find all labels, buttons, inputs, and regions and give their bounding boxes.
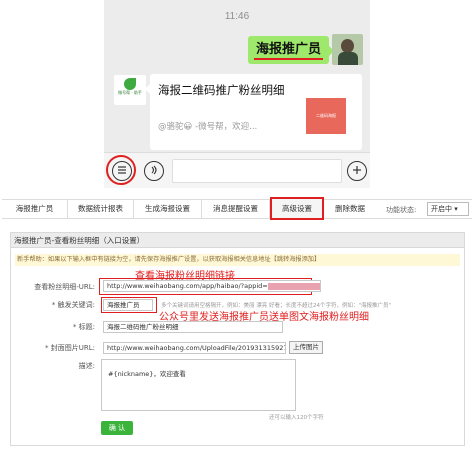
title-field[interactable]: 海报二维码推广粉丝明细 — [103, 321, 283, 333]
voice-icon[interactable] — [144, 161, 164, 181]
official-account-name: 微号帮 · 助手 — [118, 90, 142, 95]
help-tip: 新手帮助：如果以下输入框中有链接为空，请先保存海报推广设置，以获取海报相关信息地… — [15, 254, 460, 266]
tab-message-reminder[interactable]: 消息提醒设置 — [202, 200, 270, 218]
tab-advanced-settings[interactable]: 高级设置 — [270, 197, 324, 220]
description-value: #{nickname}，欢迎查看 — [108, 370, 186, 378]
article-card-title: 海报二维码推广粉丝明细 — [158, 83, 285, 97]
chevron-down-icon: ▾ — [454, 205, 458, 213]
user-avatar[interactable] — [332, 34, 363, 65]
tab-generate-poster[interactable]: 生成海报设置 — [134, 200, 202, 218]
tab-poster-promoter[interactable]: 海报推广员 — [2, 200, 68, 218]
leaf-logo-icon — [124, 78, 136, 90]
article-card-thumbnail: 二维码海报 — [306, 98, 346, 134]
upload-image-button[interactable]: 上传图片 — [289, 341, 323, 354]
cover-url-field[interactable]: http://www.weihaobang.com/UploadFile/201… — [103, 342, 286, 354]
article-card[interactable]: 海报二维码推广粉丝明细 @骆驼😀 -微号帮，欢迎... 二维码海报 — [145, 74, 362, 150]
chat-input-bar — [104, 152, 370, 188]
status-select[interactable]: 开启中 ▾ — [427, 202, 469, 216]
sent-message-bubble[interactable]: 海报推广员 — [248, 36, 335, 64]
chat-text-input[interactable] — [172, 159, 342, 183]
confirm-button[interactable]: 确 认 — [101, 421, 133, 435]
panel-title: 海报推广员-查看粉丝明细（入口设置） — [11, 233, 464, 248]
avatar-head — [341, 39, 354, 53]
description-label: 描述: — [78, 362, 95, 370]
tab-delete-data[interactable]: 删除数据 — [324, 200, 376, 218]
url-label: 查看粉丝明细-URL: — [34, 283, 95, 291]
description-counter: 还可以输入120个字符 — [269, 415, 324, 421]
article-card-desc: @骆驼😀 -微号帮，欢迎... — [158, 122, 258, 132]
cover-url-label: * 封面图片URL: — [45, 344, 95, 352]
url-field[interactable]: http://www.weihaobang.com/app/haibao/?ap… — [103, 280, 321, 292]
menu-icon[interactable] — [112, 161, 132, 181]
url-field-value: http://www.weihaobang.com/app/haibao/?ap… — [107, 282, 268, 290]
keyword-field[interactable]: 海报推广员 — [103, 299, 153, 311]
chat-timestamp: 11:46 — [224, 11, 250, 22]
title-label: * 标题: — [72, 323, 95, 331]
status-label: 功能状态: — [386, 206, 417, 214]
sent-message-text: 海报推广员 — [256, 42, 322, 57]
status-value: 开启中 — [431, 205, 452, 213]
avatar-body — [338, 52, 358, 65]
redacted-appid — [267, 282, 320, 290]
wechat-chat-window: 11:46 海报推广员 微号帮 · 助手 海报二维码推广粉丝明细 @骆驼😀 -微… — [104, 0, 370, 188]
keyword-label: * 触发关键词: — [51, 301, 95, 309]
plus-icon[interactable] — [347, 161, 367, 181]
red-underline-annotation — [254, 58, 324, 60]
tab-statistics[interactable]: 数据统计报表 — [68, 200, 134, 218]
settings-tab-bar: 海报推广员 数据统计报表 生成海报设置 消息提醒设置 高级设置 删除数据 功能状… — [2, 197, 472, 220]
entry-settings-panel: 海报推广员-查看粉丝明细（入口设置） 新手帮助：如果以下输入框中有链接为空，请先… — [10, 232, 465, 446]
official-account-avatar[interactable]: 微号帮 · 助手 — [114, 75, 146, 105]
description-textarea[interactable]: #{nickname}，欢迎查看 — [101, 359, 296, 411]
